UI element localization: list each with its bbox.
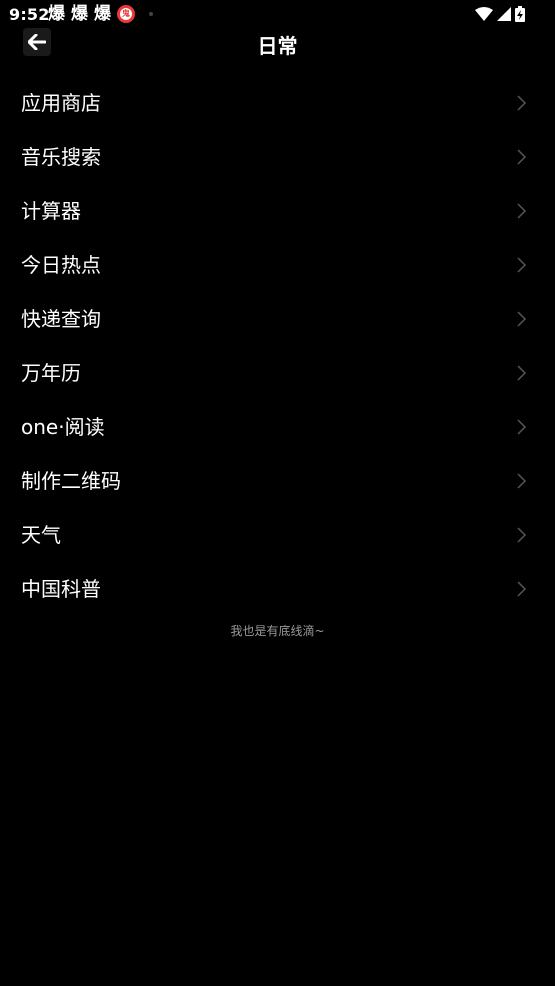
menu-item-label: 天气 xyxy=(21,523,61,547)
menu-item-label: 中国科普 xyxy=(21,577,101,601)
menu-item-label: 应用商店 xyxy=(21,91,101,115)
chevron-right-icon xyxy=(517,527,527,543)
notification-dot-icon xyxy=(149,12,153,16)
chevron-right-icon xyxy=(517,203,527,219)
menu-item-label: one·阅读 xyxy=(21,415,105,439)
menu-list: 应用商店 音乐搜索 计算器 今日热点 快递查询 万年历 one·阅读 制作二维码… xyxy=(0,76,555,616)
chevron-right-icon xyxy=(517,257,527,273)
menu-item-music-search[interactable]: 音乐搜索 xyxy=(0,130,555,184)
chevron-right-icon xyxy=(517,473,527,489)
menu-item-label: 万年历 xyxy=(21,361,81,385)
chevron-right-icon xyxy=(517,581,527,597)
chevron-right-icon xyxy=(517,311,527,327)
signal-icon xyxy=(497,7,511,21)
wifi-icon xyxy=(475,7,493,21)
menu-item-express-tracking[interactable]: 快递查询 xyxy=(0,292,555,346)
status-time: 9:52 xyxy=(9,5,50,24)
menu-item-weather[interactable]: 天气 xyxy=(0,508,555,562)
notification-icon: 爆 xyxy=(71,4,88,24)
chevron-right-icon xyxy=(517,149,527,165)
footer-text: 我也是有底线滴~ xyxy=(230,624,325,638)
battery-charging-icon xyxy=(515,6,525,22)
menu-item-china-science[interactable]: 中国科普 xyxy=(0,562,555,616)
notification-icons: 爆 爆 爆 鬼 xyxy=(48,4,153,24)
chevron-right-icon xyxy=(517,365,527,381)
menu-item-label: 音乐搜索 xyxy=(21,145,101,169)
menu-item-hot-topics[interactable]: 今日热点 xyxy=(0,238,555,292)
menu-item-calendar[interactable]: 万年历 xyxy=(0,346,555,400)
menu-item-calculator[interactable]: 计算器 xyxy=(0,184,555,238)
notification-icon: 爆 xyxy=(48,4,65,24)
app-badge-text: 鬼 xyxy=(120,8,132,20)
notification-icon: 爆 xyxy=(94,4,111,24)
menu-item-label: 制作二维码 xyxy=(21,469,121,493)
menu-item-one-reading[interactable]: one·阅读 xyxy=(0,400,555,454)
chevron-right-icon xyxy=(517,419,527,435)
app-badge-icon: 鬼 xyxy=(117,5,135,23)
menu-item-qr-code[interactable]: 制作二维码 xyxy=(0,454,555,508)
page-title: 日常 xyxy=(257,34,298,58)
header: 日常 xyxy=(0,28,555,72)
status-bar: 9:52 爆 爆 爆 鬼 xyxy=(0,0,555,28)
menu-item-label: 今日热点 xyxy=(21,253,101,277)
chevron-right-icon xyxy=(517,95,527,111)
system-icons xyxy=(475,6,525,22)
menu-item-app-store[interactable]: 应用商店 xyxy=(0,76,555,130)
menu-item-label: 快递查询 xyxy=(21,307,101,331)
menu-item-label: 计算器 xyxy=(21,199,81,223)
